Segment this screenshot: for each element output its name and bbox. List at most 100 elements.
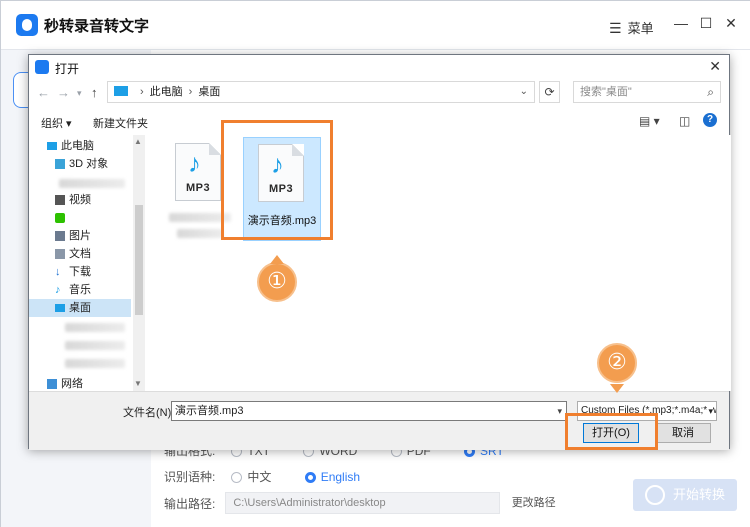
nav-label: 文档	[69, 248, 91, 260]
app-titlebar: 秒转录音转文字 ☰ 菜单 — ☐ ✕	[1, 1, 750, 49]
scroll-thumb[interactable]	[135, 205, 143, 315]
music-note-icon: ♪	[188, 148, 201, 178]
highlight-selected-file	[221, 120, 333, 240]
nav-item-music[interactable]: ♪ 音乐	[29, 281, 131, 299]
maximize-button[interactable]: ☐	[698, 15, 714, 32]
nav-label: 下载	[69, 266, 91, 278]
language-chinese-radio[interactable]	[231, 472, 243, 483]
new-folder-button[interactable]: 新建文件夹	[93, 115, 148, 131]
address-row: ← → ▾ ↑ › 此电脑 › 桌面 ⌄ ⟳ 搜索"桌面" ⌕	[29, 81, 729, 107]
download-arrow-icon: ↓	[55, 266, 61, 278]
back-arrow-icon[interactable]: ←	[37, 85, 50, 100]
nav-label: 3D 对象	[69, 158, 109, 170]
nav-item-3d-objects[interactable]: 3D 对象	[29, 155, 131, 173]
up-arrow-icon[interactable]: ↑	[91, 85, 98, 100]
nav-scrollbar[interactable]: ▲ ▼	[133, 135, 145, 391]
menu-label: 菜单	[627, 21, 654, 36]
computer-icon	[114, 86, 128, 96]
file-type-label: MP3	[185, 182, 211, 194]
nav-label: 此电脑	[61, 140, 94, 152]
blurred-drive	[65, 341, 125, 350]
language-label: 识别语种:	[164, 470, 216, 484]
waveform-icon	[645, 485, 665, 505]
app-logo-icon	[16, 14, 38, 36]
open-file-dialog: 打开 ✕ ← → ▾ ↑ › 此电脑 › 桌面 ⌄ ⟳ 搜索"桌面" ⌕ 组织 ▾ 新…	[28, 54, 731, 450]
output-path-field[interactable]: C:\Users\Administrator\desktop	[225, 492, 501, 514]
filename-input[interactable]: 演示音频.mp3 ▾	[171, 401, 567, 421]
3d-objects-icon	[55, 159, 65, 169]
documents-icon	[55, 249, 65, 259]
view-options-icon[interactable]: ▤ ▾	[639, 114, 660, 128]
navigation-pane: 此电脑 3D 对象 视频 图片 文档 ↓ 下载 ♪ 音乐 桌面 网络	[29, 135, 145, 391]
blurred-drive	[65, 323, 125, 332]
blurred-item	[59, 179, 125, 188]
filename-dropdown-icon[interactable]: ▾	[557, 402, 562, 420]
dialog-close-button[interactable]: ✕	[709, 58, 721, 75]
refresh-button[interactable]: ⟳	[539, 81, 560, 103]
blurred-filename	[177, 229, 223, 238]
language-row: 识别语种: 中文 English	[164, 468, 384, 485]
preview-pane-icon[interactable]: ◫	[679, 114, 690, 128]
organize-button[interactable]: 组织 ▾	[41, 115, 72, 131]
filename-label: 文件名(N):	[123, 407, 175, 419]
output-path-row: 输出路径: C:\Users\Administrator\desktop 更改路…	[164, 492, 556, 514]
step-2-badge: ②	[597, 343, 637, 383]
change-path-link[interactable]: 更改路径	[512, 497, 556, 509]
network-icon	[47, 379, 57, 389]
search-icon: ⌕	[707, 85, 714, 99]
scroll-down-icon[interactable]: ▼	[134, 379, 142, 388]
nav-label: 网络	[61, 378, 83, 390]
video-icon	[55, 195, 65, 205]
start-convert-button[interactable]: 开始转换	[633, 479, 737, 511]
step-1-pointer	[270, 255, 284, 264]
mp3-file-icon: ♪ MP3	[175, 143, 221, 201]
breadcrumb-separator: ›	[140, 86, 144, 98]
music-note-icon: ♪	[55, 284, 61, 296]
step-2-pointer	[610, 384, 624, 393]
language-chinese-label: 中文	[247, 470, 272, 484]
language-english-label: English	[320, 470, 361, 484]
breadcrumb-desktop[interactable]: 桌面	[198, 86, 220, 98]
address-bar[interactable]: › 此电脑 › 桌面 ⌄	[107, 81, 535, 103]
nav-item-documents[interactable]: 文档	[29, 245, 131, 263]
help-icon[interactable]: ?	[703, 113, 717, 127]
command-bar: 组织 ▾ 新建文件夹 ▤ ▾ ◫ ?	[29, 111, 729, 133]
nav-item-downloads[interactable]: ↓ 下载	[29, 263, 131, 281]
search-input[interactable]: 搜索"桌面" ⌕	[573, 81, 721, 103]
computer-icon	[47, 142, 57, 150]
nav-item-pictures[interactable]: 图片	[29, 227, 131, 245]
dialog-title: 打开	[55, 62, 80, 76]
cancel-button[interactable]: 取消	[655, 423, 711, 443]
scroll-up-icon[interactable]: ▲	[134, 137, 142, 146]
filename-value: 演示音频.mp3	[175, 405, 244, 417]
app-title: 秒转录音转文字	[44, 18, 150, 35]
search-placeholder: 搜索"桌面"	[580, 86, 632, 98]
address-dropdown-icon[interactable]: ⌄	[520, 82, 528, 102]
nav-label: 图片	[69, 230, 91, 242]
nav-label: 音乐	[69, 284, 91, 296]
language-english-radio[interactable]	[304, 472, 316, 483]
nav-item-videos[interactable]: 视频	[29, 191, 131, 209]
output-path-label: 输出路径:	[164, 496, 216, 511]
close-button[interactable]: ✕	[723, 15, 739, 32]
start-convert-label: 开始转换	[673, 487, 726, 502]
hamburger-icon: ☰	[609, 20, 622, 36]
nav-item-wechat[interactable]	[29, 209, 131, 227]
dialog-titlebar: 打开 ✕	[29, 55, 729, 79]
nav-item-desktop[interactable]: 桌面	[29, 299, 131, 317]
dialog-app-icon	[35, 60, 49, 74]
filter-dropdown-icon[interactable]: ▾	[708, 402, 713, 420]
nav-item-this-pc[interactable]: 此电脑	[29, 137, 131, 155]
pictures-icon	[55, 231, 65, 241]
wechat-icon	[55, 213, 65, 223]
step-1-badge: ①	[257, 262, 297, 302]
menu-button[interactable]: ☰ 菜单	[609, 18, 654, 37]
blurred-drive	[65, 359, 125, 368]
minimize-button[interactable]: —	[673, 15, 689, 31]
breadcrumb-separator: ›	[188, 86, 193, 98]
history-dropdown-icon[interactable]: ▾	[77, 88, 82, 99]
highlight-open-button	[565, 413, 658, 450]
forward-arrow-icon[interactable]: →	[57, 85, 70, 100]
breadcrumb-this-pc[interactable]: 此电脑	[150, 86, 183, 98]
desktop-icon	[55, 304, 65, 312]
